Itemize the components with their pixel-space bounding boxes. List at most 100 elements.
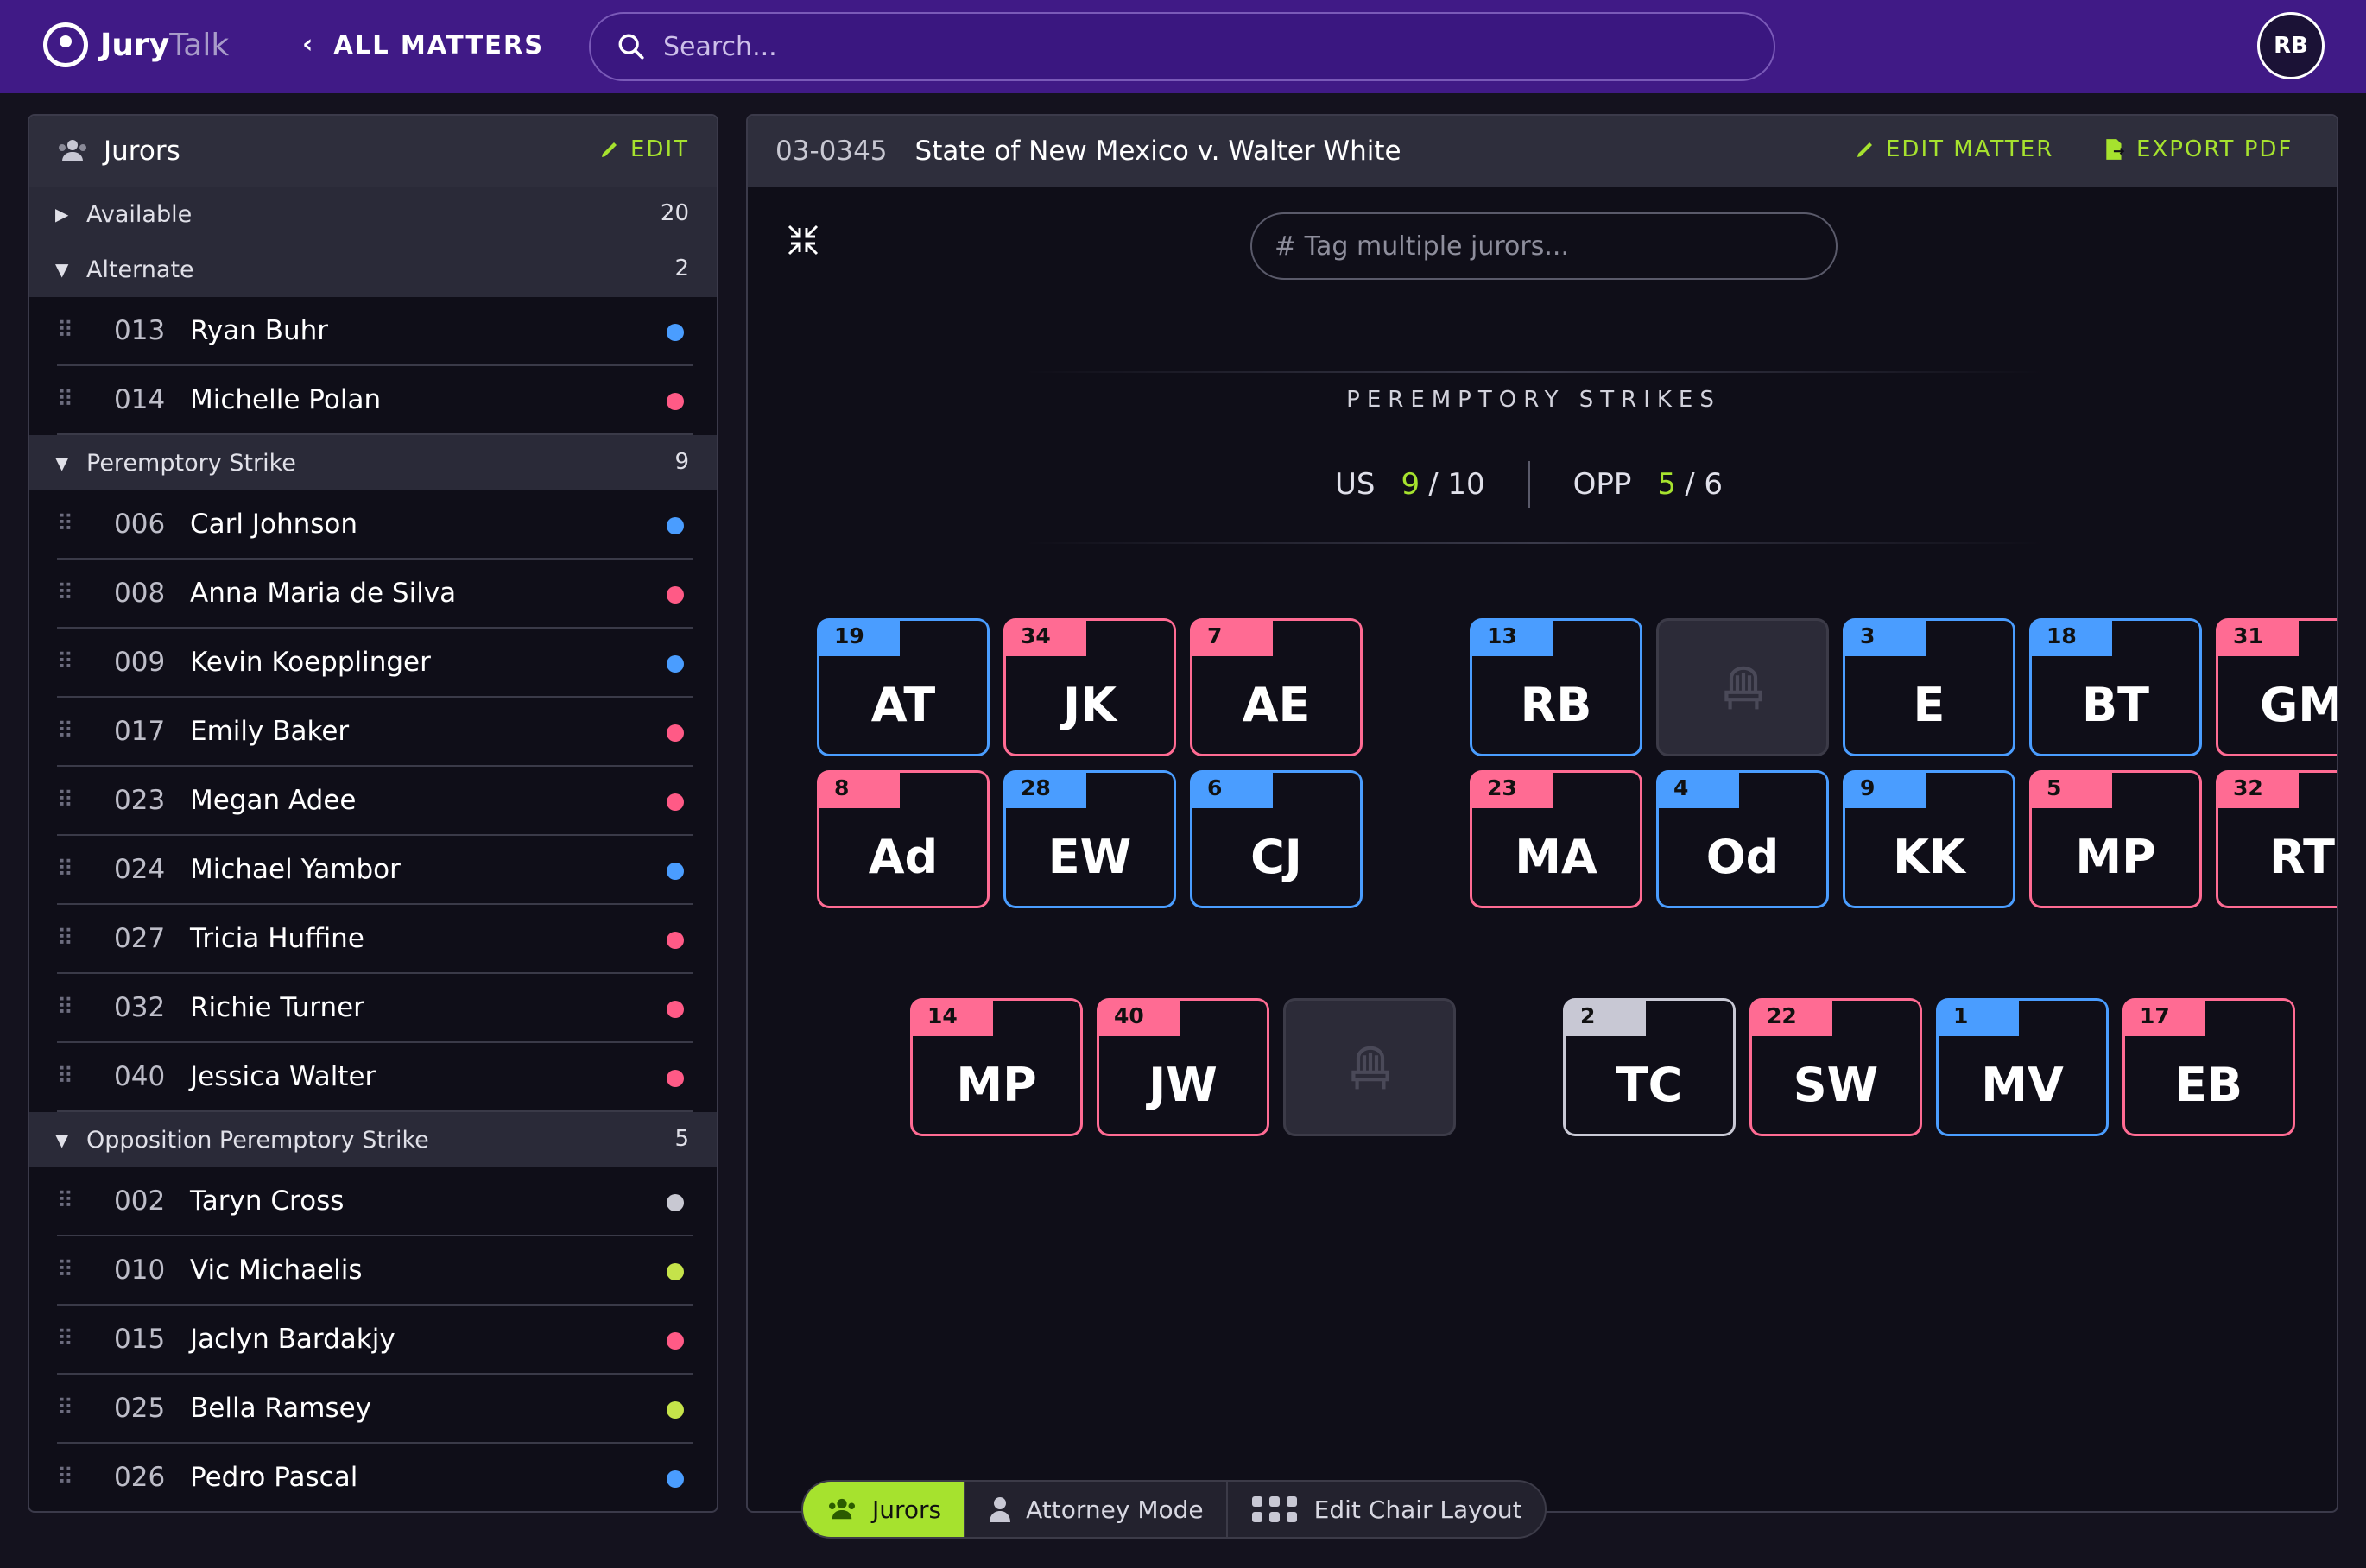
juror-chair[interactable]: CJ 6 [1190, 770, 1363, 908]
search-bar[interactable] [589, 12, 1775, 81]
juror-chair[interactable]: GM 31 [2216, 618, 2337, 756]
juror-chair[interactable]: Ad 8 [817, 770, 990, 908]
juror-chair[interactable]: AE 7 [1190, 618, 1363, 756]
juror-number: 015 [114, 1324, 166, 1355]
seat-number: 4 [1673, 775, 1689, 800]
group-header[interactable]: ▼ Peremptory Strike 9 [29, 435, 717, 490]
tab-jurors-label: Jurors [872, 1495, 942, 1524]
status-dot [667, 1001, 684, 1018]
collapse-icon[interactable] [786, 223, 820, 265]
us-total: / 10 [1428, 467, 1485, 502]
juror-chair[interactable]: EW 28 [1003, 770, 1176, 908]
juror-chair[interactable]: AT 19 [817, 618, 990, 756]
juror-chair[interactable]: EB 17 [2122, 998, 2295, 1136]
user-avatar[interactable]: RB [2257, 12, 2325, 79]
juror-row[interactable]: ⠿ 032 Richie Turner [57, 974, 693, 1043]
juror-chair[interactable]: JK 34 [1003, 618, 1176, 756]
chair-cap [1553, 621, 1640, 658]
drag-handle-icon[interactable]: ⠿ [57, 1064, 92, 1090]
edit-matter-button[interactable]: EDIT MATTER [1855, 136, 2053, 162]
all-matters-link[interactable]: ‹ ALL MATTERS [302, 29, 544, 60]
group-header[interactable]: ▼ Alternate 2 [29, 242, 717, 297]
empty-chair[interactable] [1656, 618, 1829, 756]
seat-number: 9 [1860, 775, 1876, 800]
juror-name: Richie Turner [190, 992, 364, 1023]
juror-row[interactable]: ⠿ 006 Carl Johnson [57, 490, 693, 560]
drag-handle-icon[interactable]: ⠿ [57, 649, 92, 675]
group-count: 5 [674, 1126, 689, 1152]
drag-handle-icon[interactable]: ⠿ [57, 995, 92, 1021]
drag-handle-icon[interactable]: ⠿ [57, 387, 92, 413]
juror-chair[interactable]: TC 2 [1563, 998, 1736, 1136]
juror-chair[interactable]: Od 4 [1656, 770, 1829, 908]
jurors-panel-title: Jurors [104, 136, 180, 167]
group-label: Peremptory Strike [86, 449, 296, 477]
tag-jurors-input[interactable]: # Tag multiple jurors... [1250, 212, 1838, 280]
juror-chair[interactable]: MP 14 [910, 998, 1083, 1136]
drag-handle-icon[interactable]: ⠿ [57, 718, 92, 744]
empty-chair[interactable] [1283, 998, 1456, 1136]
drag-handle-icon[interactable]: ⠿ [57, 1188, 92, 1214]
juror-row[interactable]: ⠿ 023 Megan Adee [57, 767, 693, 836]
status-dot [667, 324, 684, 341]
group-header[interactable]: ▶ Available 20 [29, 187, 717, 242]
group-count: 9 [674, 449, 689, 475]
drag-handle-icon[interactable]: ⠿ [57, 1395, 92, 1421]
juror-chair[interactable]: RT 32 [2216, 770, 2337, 908]
app-logo[interactable]: JuryTalk [43, 22, 229, 67]
juror-chair[interactable]: RB 13 [1470, 618, 1642, 756]
juror-chair[interactable]: MA 23 [1470, 770, 1642, 908]
tab-edit-chair-layout[interactable]: Edit Chair Layout [1228, 1482, 1545, 1537]
juror-row[interactable]: ⠿ 026 Pedro Pascal [57, 1444, 693, 1511]
tab-attorney-mode[interactable]: Attorney Mode [965, 1482, 1228, 1537]
status-dot [667, 932, 684, 949]
drag-handle-icon[interactable]: ⠿ [57, 787, 92, 813]
drag-handle-icon[interactable]: ⠿ [57, 318, 92, 344]
juror-chair[interactable]: MP 5 [2029, 770, 2202, 908]
juror-group-list: ▶ Available 20 ▼ Alternate 2 ⠿ 013 Ryan Buhr ⠿ 014… [29, 187, 717, 1511]
juror-row[interactable]: ⠿ 024 Michael Yambor [57, 836, 693, 905]
juror-chair[interactable]: KK 9 [1843, 770, 2015, 908]
group-header[interactable]: ▼ Opposition Peremptory Strike 5 [29, 1112, 717, 1167]
drag-handle-icon[interactable]: ⠿ [57, 1464, 92, 1490]
juror-number: 026 [114, 1462, 166, 1493]
juror-row[interactable]: ⠿ 014 Michelle Polan [57, 366, 693, 435]
chair-cap [1646, 1001, 1733, 1038]
tab-jurors[interactable]: Jurors [803, 1482, 966, 1537]
juror-row[interactable]: ⠿ 008 Anna Maria de Silva [57, 560, 693, 629]
juror-row[interactable]: ⠿ 015 Jaclyn Bardakjy [57, 1306, 693, 1375]
drag-handle-icon[interactable]: ⠿ [57, 1257, 92, 1283]
search-input[interactable] [663, 31, 1699, 62]
juror-chair[interactable]: BT 18 [2029, 618, 2202, 756]
juror-chair[interactable]: JW 40 [1097, 998, 1269, 1136]
drag-handle-icon[interactable]: ⠿ [57, 857, 92, 882]
export-file-icon [2106, 139, 2125, 160]
app-window: { "app": { "logo_bold": "Jury", "logo_li… [0, 0, 2366, 1568]
chair-cap [1926, 773, 2013, 810]
juror-initials: SW [1752, 1036, 1920, 1134]
juror-initials: KK [1845, 808, 2013, 906]
drag-handle-icon[interactable]: ⠿ [57, 926, 92, 952]
drag-handle-icon[interactable]: ⠿ [57, 580, 92, 606]
juror-row[interactable]: ⠿ 027 Tricia Huffine [57, 905, 693, 974]
juror-chair[interactable]: E3 [1843, 618, 2015, 756]
juror-chair[interactable]: SW 22 [1749, 998, 1922, 1136]
chair-cap [2299, 773, 2337, 810]
export-pdf-button[interactable]: EXPORT PDF [2103, 136, 2293, 162]
edit-jurors-button[interactable]: EDIT [599, 136, 689, 162]
juror-initials: MA [1472, 808, 1640, 906]
juror-row[interactable]: ⠿ 009 Kevin Koepplinger [57, 629, 693, 698]
juror-row[interactable]: ⠿ 017 Emily Baker [57, 698, 693, 767]
status-dot [667, 1194, 684, 1211]
juror-row[interactable]: ⠿ 010 Vic Michaelis [57, 1236, 693, 1306]
juror-chair[interactable]: MV 1 [1936, 998, 2109, 1136]
juror-row[interactable]: ⠿ 025 Bella Ramsey [57, 1375, 693, 1444]
status-dot [667, 1332, 684, 1350]
drag-handle-icon[interactable]: ⠿ [57, 511, 92, 537]
juror-row[interactable]: ⠿ 040 Jessica Walter [57, 1043, 693, 1112]
juror-initials: EB [2125, 1036, 2293, 1134]
drag-handle-icon[interactable]: ⠿ [57, 1326, 92, 1352]
juror-number: 010 [114, 1255, 166, 1286]
juror-row[interactable]: ⠿ 013 Ryan Buhr [57, 297, 693, 366]
juror-row[interactable]: ⠿ 002 Taryn Cross [57, 1167, 693, 1236]
